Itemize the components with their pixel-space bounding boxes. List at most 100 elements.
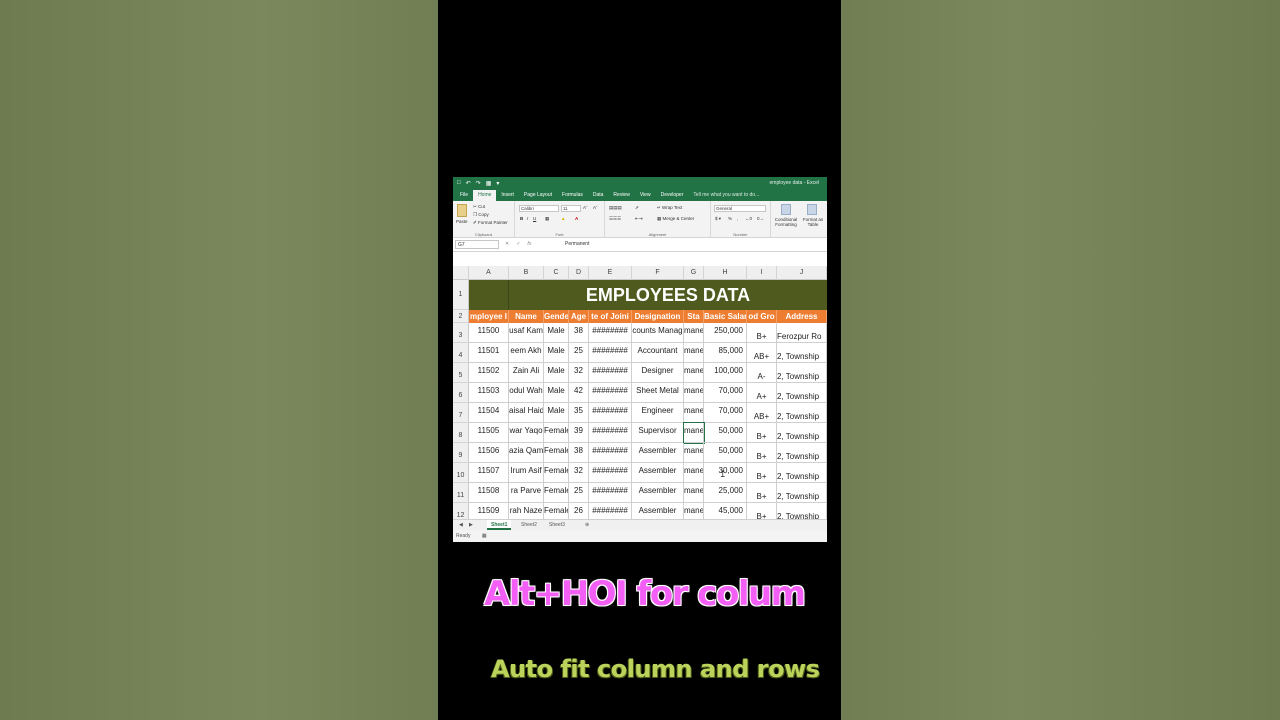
row-header[interactable]: 1: [453, 280, 469, 310]
table-cell[interactable]: 11501: [469, 343, 509, 363]
table-cell[interactable]: 38: [569, 443, 589, 463]
table-cell[interactable]: 25: [569, 343, 589, 363]
table-cell[interactable]: aisal Haid: [509, 403, 544, 423]
new-sheet-icon[interactable]: ⊕: [581, 520, 593, 530]
table-cell[interactable]: 2, Township: [777, 343, 827, 363]
table-cell[interactable]: ########: [589, 423, 632, 443]
row-header[interactable]: 5: [453, 363, 469, 383]
table-cell[interactable]: Male: [544, 363, 569, 383]
column-header-d[interactable]: D: [569, 266, 589, 280]
bold-icon[interactable]: B: [520, 216, 523, 221]
table-cell[interactable]: mane: [684, 443, 704, 463]
table-cell[interactable]: 2, Township: [777, 383, 827, 403]
tab-file[interactable]: File: [455, 190, 473, 201]
table-cell[interactable]: azia Qam: [509, 443, 544, 463]
row-header[interactable]: 11: [453, 483, 469, 503]
banner-title[interactable]: EMPLOYEES DATA: [509, 280, 827, 310]
column-title-cell[interactable]: Age: [569, 310, 589, 323]
select-all-corner[interactable]: [453, 266, 469, 280]
tab-data[interactable]: Data: [588, 190, 609, 201]
tab-formulas[interactable]: Formulas: [557, 190, 588, 201]
column-title-cell[interactable]: Basic Salar: [704, 310, 747, 323]
table-cell[interactable]: Male: [544, 383, 569, 403]
tab-developer[interactable]: Developer: [656, 190, 689, 201]
column-title-cell[interactable]: Sta: [684, 310, 704, 323]
table-cell[interactable]: mane: [684, 363, 704, 383]
left-align-icon[interactable]: ☰☰☰: [609, 216, 621, 222]
table-cell[interactable]: 11507: [469, 463, 509, 483]
table-cell[interactable]: Assembler: [632, 443, 684, 463]
shrink-font-icon[interactable]: Aˇ: [593, 205, 598, 210]
table-cell[interactable]: 11503: [469, 383, 509, 403]
table-cell[interactable]: 42: [569, 383, 589, 403]
table-cell[interactable]: Accountant: [632, 343, 684, 363]
table-cell[interactable]: 35: [569, 403, 589, 423]
banner-cell-a1[interactable]: [469, 280, 509, 310]
underline-icon[interactable]: U: [533, 216, 536, 221]
table-cell[interactable]: AB+: [747, 343, 777, 363]
top-align-icon[interactable]: ▤▤▤: [609, 205, 622, 211]
conditional-formatting-button[interactable]: Conditional Formatting: [772, 217, 800, 227]
borders-icon[interactable]: ▦: [545, 216, 549, 222]
row-header[interactable]: 2: [453, 310, 469, 323]
table-cell[interactable]: Engineer: [632, 403, 684, 423]
table-cell[interactable]: ########: [589, 323, 632, 343]
table-cell[interactable]: Assembler: [632, 483, 684, 503]
decrease-decimal-icon[interactable]: 0→: [757, 216, 764, 221]
sheet-tab-sheet2[interactable]: Sheet2: [517, 520, 541, 530]
table-cell[interactable]: A-: [747, 363, 777, 383]
table-cell[interactable]: 39: [569, 423, 589, 443]
wrap-text-button[interactable]: ↵ Wrap Text: [657, 205, 682, 211]
font-size-select[interactable]: 11: [561, 205, 581, 212]
paste-button[interactable]: Paste: [456, 219, 468, 224]
table-cell[interactable]: usaf Kam: [509, 323, 544, 343]
tab-page-layout[interactable]: Page Layout: [519, 190, 557, 201]
name-box[interactable]: G7: [455, 240, 499, 249]
active-cell[interactable]: mane: [683, 422, 705, 444]
format-as-table-button[interactable]: Format as Table: [802, 217, 824, 227]
comma-style-icon[interactable]: ,: [737, 216, 738, 221]
table-cell[interactable]: 70,000: [704, 383, 747, 403]
table-cell[interactable]: 25,000: [704, 483, 747, 503]
table-cell[interactable]: B+: [747, 423, 777, 443]
table-cell[interactable]: 50,000: [704, 443, 747, 463]
table-cell[interactable]: ########: [589, 343, 632, 363]
table-cell[interactable]: counts Manag: [632, 323, 684, 343]
sheet-tab-sheet1[interactable]: Sheet1: [487, 520, 512, 530]
table-cell[interactable]: 2, Township: [777, 483, 827, 503]
table-cell[interactable]: 2, Township: [777, 443, 827, 463]
row-header[interactable]: 6: [453, 383, 469, 403]
table-cell[interactable]: ra Parve: [509, 483, 544, 503]
table-cell[interactable]: Ferozpur Ro: [777, 323, 827, 343]
macro-record-icon[interactable]: ▦: [482, 533, 487, 539]
conditional-formatting-icon[interactable]: [781, 204, 791, 215]
table-cell[interactable]: 2, Township: [777, 403, 827, 423]
table-cell[interactable]: 32: [569, 463, 589, 483]
tell-me-search[interactable]: Tell me what you want to do...: [688, 190, 764, 201]
tab-view[interactable]: View: [635, 190, 656, 201]
table-cell[interactable]: 2, Township: [777, 463, 827, 483]
copy-button[interactable]: ❐ Copy: [473, 212, 489, 218]
format-painter-button[interactable]: ✐ Format Painter: [473, 220, 508, 226]
row-header[interactable]: 9: [453, 443, 469, 463]
table-cell[interactable]: 11504: [469, 403, 509, 423]
table-cell[interactable]: odul Wah: [509, 383, 544, 403]
fill-color-icon[interactable]: ▲: [561, 216, 565, 221]
cut-button[interactable]: ✂ Cut: [473, 204, 485, 210]
tab-home[interactable]: Home: [473, 190, 497, 201]
table-cell[interactable]: 32: [569, 363, 589, 383]
table-cell[interactable]: ########: [589, 403, 632, 423]
column-title-cell[interactable]: te of Joini: [589, 310, 632, 323]
column-title-cell[interactable]: mployee I: [469, 310, 509, 323]
tab-insert[interactable]: Insert: [496, 190, 519, 201]
increase-decimal-icon[interactable]: ←0: [745, 216, 752, 221]
column-header-b[interactable]: B: [509, 266, 544, 280]
table-cell[interactable]: Male: [544, 343, 569, 363]
scroll-sheets-right-icon[interactable]: ▶: [465, 520, 477, 530]
merge-center-button[interactable]: ▦ Merge & Center: [657, 216, 694, 222]
table-cell[interactable]: ########: [589, 483, 632, 503]
insert-function-icon[interactable]: fx: [527, 240, 531, 249]
table-cell[interactable]: ########: [589, 443, 632, 463]
column-title-cell[interactable]: Designation: [632, 310, 684, 323]
table-cell[interactable]: Female: [544, 423, 569, 443]
